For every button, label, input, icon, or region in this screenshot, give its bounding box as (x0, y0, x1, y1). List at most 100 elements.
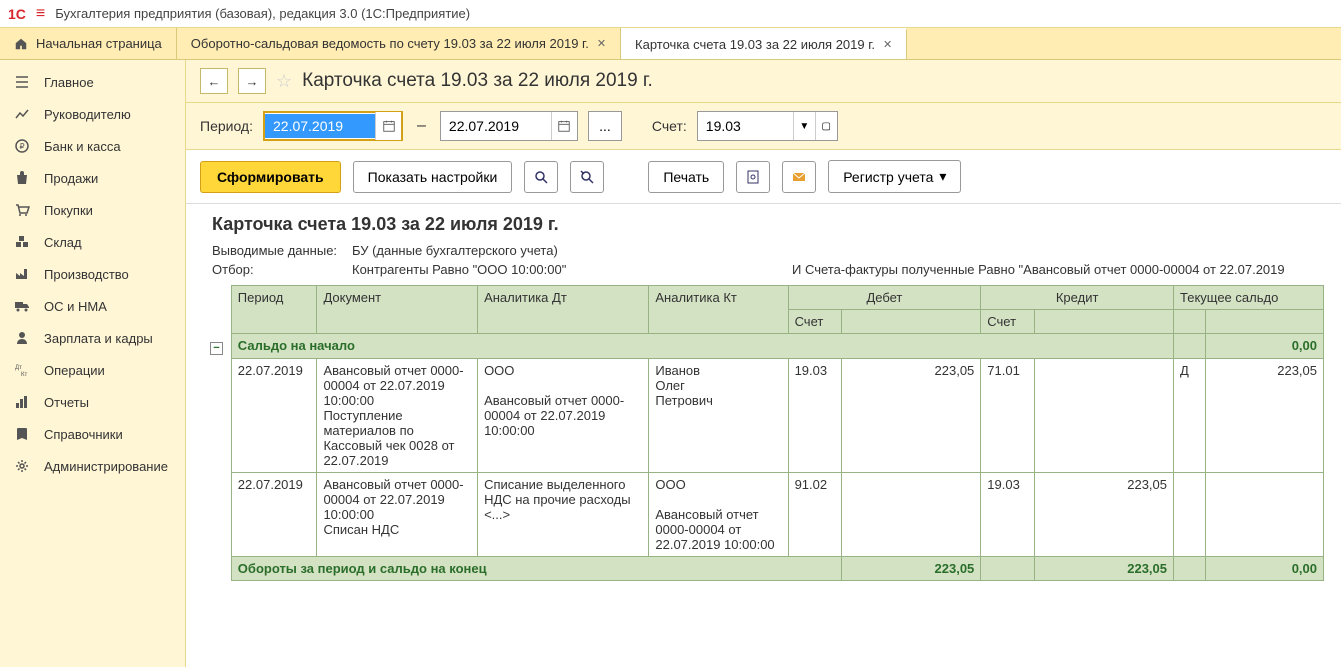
ruble-icon: ₽ (14, 138, 30, 154)
cell-kt-acc: 19.03 (981, 473, 1035, 557)
cell-dt-acc: 91.02 (788, 473, 842, 557)
sidebar-item-purchases[interactable]: Покупки (0, 194, 185, 226)
report-table: Период Документ Аналитика Дт Аналитика К… (204, 285, 1324, 581)
balance-start-value: 0,00 (1206, 334, 1324, 359)
email-button[interactable] (782, 161, 816, 193)
period-picker-button[interactable]: ... (588, 111, 622, 141)
account-input[interactable] (698, 114, 793, 138)
svg-text:₽: ₽ (19, 142, 24, 151)
totals-bal: 0,00 (1206, 557, 1324, 581)
page-header: ← → ☆ Карточка счета 19.03 за 22 июля 20… (186, 60, 1341, 103)
table-row[interactable]: 22.07.2019 Авансовый отчет 0000-00004 от… (204, 359, 1324, 473)
sidebar-label: Справочники (44, 427, 123, 442)
dropdown-icon[interactable]: ▼ (793, 112, 815, 140)
table-row[interactable]: 22.07.2019 Авансовый отчет 0000-00004 от… (204, 473, 1324, 557)
cart-icon (14, 202, 30, 218)
col-an-kt: Аналитика Кт (649, 286, 788, 334)
sidebar-label: Производство (44, 267, 129, 282)
cell-an-dt: ООО Авансовый отчет 0000-00004 от 22.07.… (478, 359, 649, 473)
list-icon (14, 74, 30, 90)
dash: – (413, 117, 430, 135)
open-icon[interactable]: ▢ (815, 112, 837, 140)
calendar-icon[interactable] (551, 112, 577, 140)
sidebar-label: Главное (44, 75, 94, 90)
cell-dt-acc: 19.03 (788, 359, 842, 473)
sidebar-item-operations[interactable]: ДтКт Операции (0, 354, 185, 386)
output-value: БУ (данные бухгалтерского учета) (352, 243, 558, 258)
bag-icon (14, 170, 30, 186)
sidebar-label: Продажи (44, 171, 98, 186)
forward-button[interactable]: → (238, 68, 266, 94)
period-label: Период: (200, 118, 253, 134)
date-to-field[interactable] (440, 111, 578, 141)
calendar-icon[interactable] (375, 112, 401, 140)
tab-label: Карточка счета 19.03 за 22 июля 2019 г. (635, 37, 875, 52)
filter-value1: Контрагенты Равно "ООО 10:00:00" (352, 262, 652, 277)
sidebar-item-main[interactable]: Главное (0, 66, 185, 98)
filter-value2: И Счета-фактуры полученные Равно "Авансо… (792, 262, 1285, 277)
cell-kt-sum (1034, 359, 1173, 473)
cell-an-dt: Списание выделенного НДС на прочие расхо… (478, 473, 649, 557)
print-button[interactable]: Печать (648, 161, 724, 193)
account-field[interactable]: ▼ ▢ (697, 111, 838, 141)
cell-bal-sum (1206, 473, 1324, 557)
sidebar-item-admin[interactable]: Администрирование (0, 450, 185, 482)
date-to-input[interactable] (441, 114, 551, 138)
sidebar-item-directories[interactable]: Справочники (0, 418, 185, 450)
chart-up-icon (14, 106, 30, 122)
sidebar-item-warehouse[interactable]: Склад (0, 226, 185, 258)
search-back-button[interactable] (570, 161, 604, 193)
date-from-input[interactable] (265, 114, 375, 138)
col-credit: Кредит (981, 286, 1174, 310)
output-label: Выводимые данные: (212, 243, 352, 258)
dropdown-icon: ▾ (939, 168, 946, 185)
tab-report2[interactable]: Карточка счета 19.03 за 22 июля 2019 г. … (621, 28, 907, 59)
sidebar-label: Зарплата и кадры (44, 331, 153, 346)
action-bar: Сформировать Показать настройки Печать Р… (186, 150, 1341, 204)
page-title: Карточка счета 19.03 за 22 июля 2019 г. (302, 70, 653, 92)
cell-dt-sum: 223,05 (842, 359, 981, 473)
sidebar-item-bank[interactable]: ₽Банк и касса (0, 130, 185, 162)
col-dt-acc: Счет (788, 310, 842, 334)
sidebar-label: Операции (44, 363, 105, 378)
star-icon[interactable]: ☆ (276, 71, 292, 92)
report-body: Карточка счета 19.03 за 22 июля 2019 г. … (186, 204, 1341, 667)
titlebar: 1C ≡ Бухгалтерия предприятия (базовая), … (0, 0, 1341, 28)
show-settings-button[interactable]: Показать настройки (353, 161, 513, 193)
tab-home[interactable]: Начальная страница (0, 28, 177, 59)
cell-bal-side (1174, 473, 1206, 557)
generate-button[interactable]: Сформировать (200, 161, 341, 193)
tab-report1[interactable]: Оборотно-сальдовая ведомость по счету 19… (177, 28, 621, 59)
sidebar-label: Администрирование (44, 459, 168, 474)
sidebar-item-production[interactable]: Производство (0, 258, 185, 290)
search-button[interactable] (524, 161, 558, 193)
sidebar-item-sales[interactable]: Продажи (0, 162, 185, 194)
sidebar-item-reports[interactable]: Отчеты (0, 386, 185, 418)
sidebar-item-hr[interactable]: Зарплата и кадры (0, 322, 185, 354)
sidebar-item-manager[interactable]: Руководителю (0, 98, 185, 130)
period-bar: Период: – ... Счет: ▼ ▢ (186, 103, 1341, 150)
close-icon[interactable]: ✕ (597, 37, 606, 50)
cell-bal-sum: 223,05 (1206, 359, 1324, 473)
gear-icon (14, 458, 30, 474)
svg-text:Дт: Дт (15, 365, 22, 371)
back-button[interactable]: ← (200, 68, 228, 94)
factory-icon (14, 266, 30, 282)
date-from-field[interactable] (263, 111, 403, 141)
boxes-icon (14, 234, 30, 250)
filter-label: Отбор: (212, 262, 352, 277)
sidebar-label: Руководителю (44, 107, 131, 122)
sidebar-item-assets[interactable]: ОС и НМА (0, 290, 185, 322)
cell-period: 22.07.2019 (231, 473, 317, 557)
register-button[interactable]: Регистр учета ▾ (828, 160, 961, 193)
cell-period: 22.07.2019 (231, 359, 317, 473)
collapse-toggle[interactable]: − (210, 342, 223, 355)
close-icon[interactable]: ✕ (883, 38, 892, 51)
totals-label: Обороты за период и сальдо на конец (231, 557, 841, 581)
menu-icon[interactable]: ≡ (36, 5, 45, 23)
dt-kt-icon: ДтКт (14, 362, 30, 378)
totals-kt: 223,05 (1034, 557, 1173, 581)
sidebar-label: Покупки (44, 203, 93, 218)
col-kt-acc: Счет (981, 310, 1035, 334)
print-preview-button[interactable] (736, 161, 770, 193)
